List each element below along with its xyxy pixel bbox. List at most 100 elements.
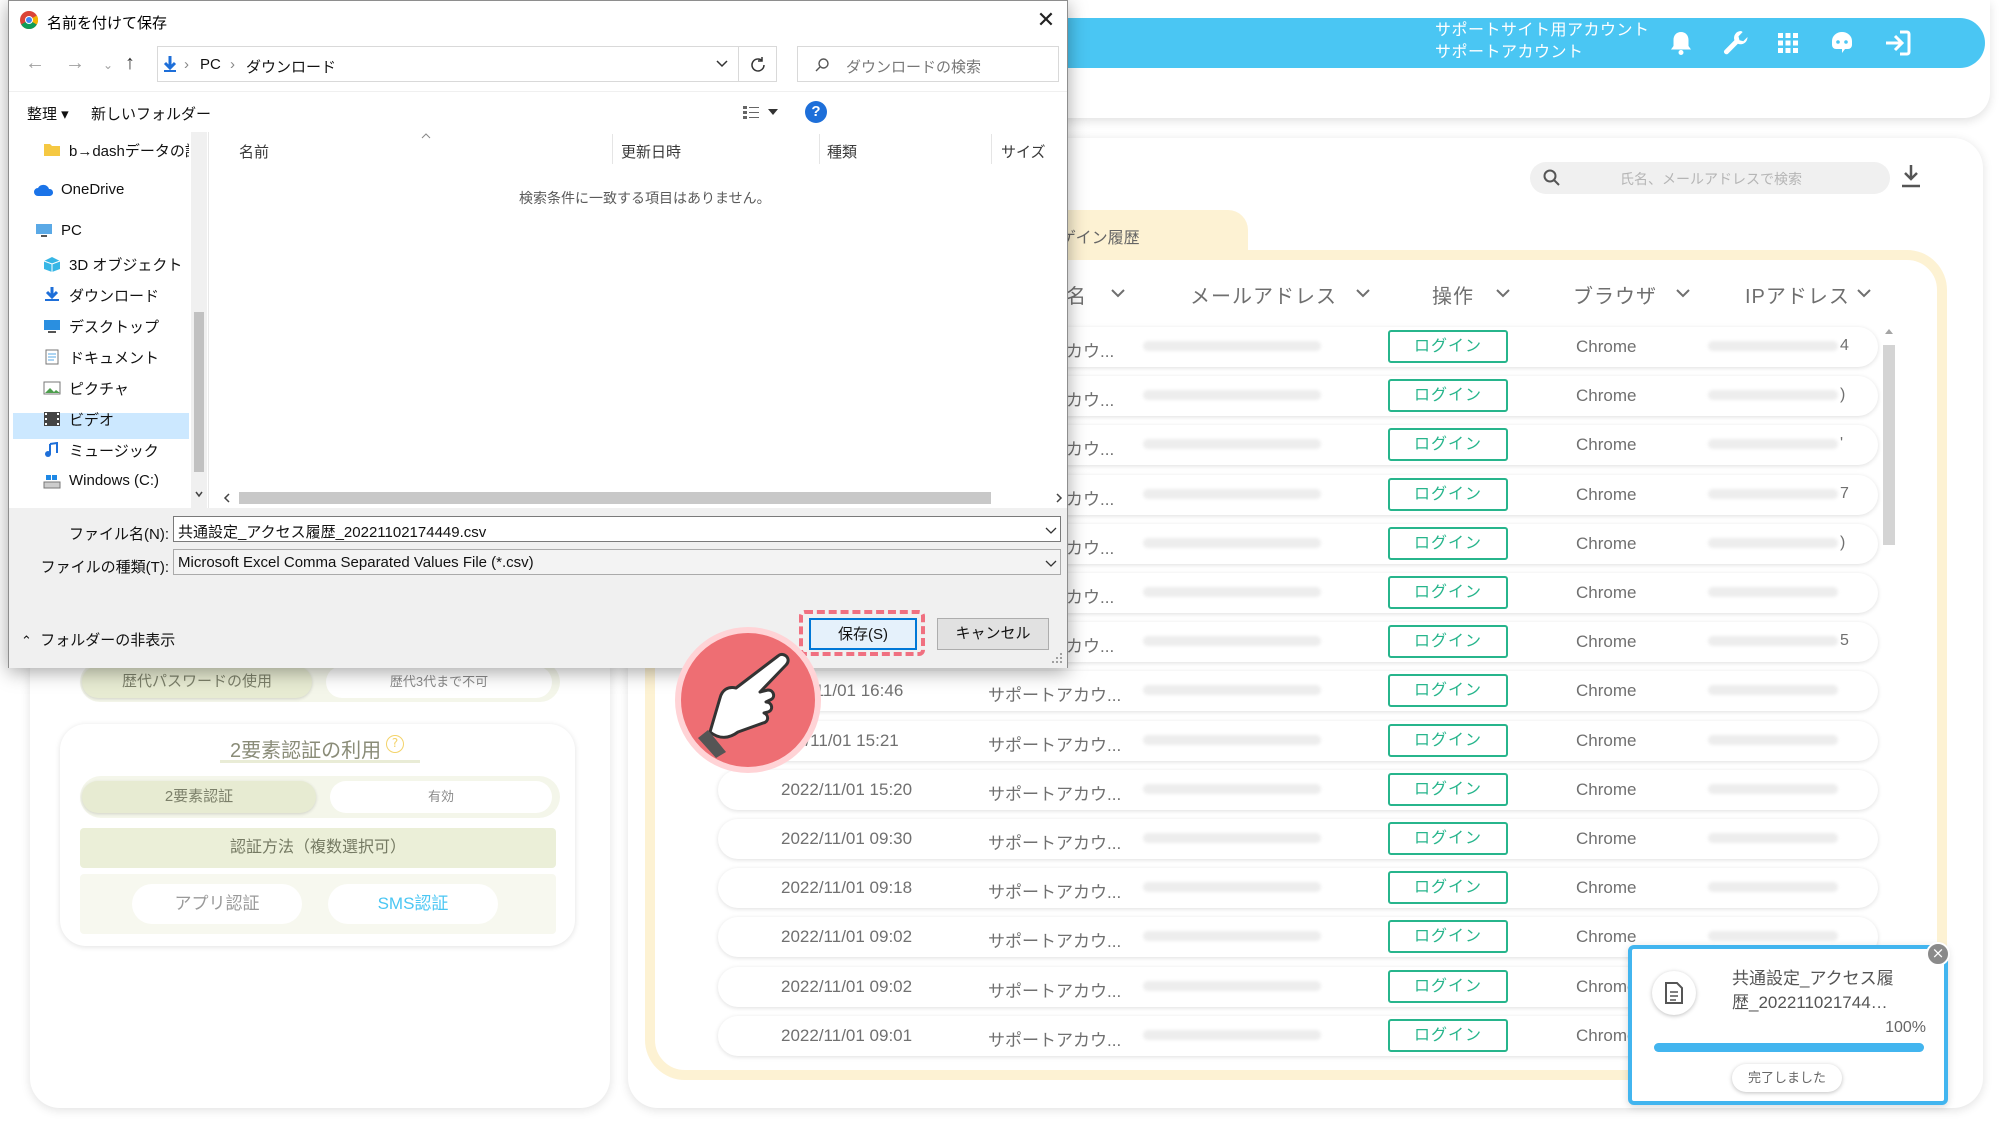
- file-col-modified[interactable]: 更新日時: [621, 141, 681, 162]
- nav-item-downloads[interactable]: ダウンロード: [69, 285, 159, 306]
- forward-arrow-icon[interactable]: →: [65, 52, 85, 75]
- address-bar[interactable]: › PC › ダウンロード: [157, 46, 739, 82]
- chevron-down-icon[interactable]: [1355, 288, 1371, 298]
- log-table-scroll-thumb[interactable]: [1883, 345, 1895, 545]
- member-search[interactable]: 氏名、メールアドレスで検索: [1530, 162, 1890, 194]
- chevron-down-icon[interactable]: [716, 60, 728, 68]
- action-badge: ログイン: [1388, 330, 1508, 363]
- up-arrow-icon[interactable]: ↑: [125, 52, 135, 75]
- dialog-search-input[interactable]: ダウンロードの検索: [797, 46, 1059, 82]
- sms-auth-option[interactable]: SMS認証: [328, 884, 498, 924]
- nav-item-onedrive[interactable]: OneDrive: [61, 181, 124, 198]
- col-header-browser[interactable]: ブラウザ: [1573, 280, 1657, 309]
- chevron-down-icon[interactable]: [1675, 288, 1691, 298]
- support-icon[interactable]: [1826, 27, 1858, 59]
- view-options-icon[interactable]: [742, 104, 764, 120]
- log-user: サポートアカウ...: [988, 834, 1122, 853]
- recent-locations-icon[interactable]: ⌄: [103, 58, 113, 72]
- scroll-right-icon[interactable]: [1055, 493, 1063, 503]
- nav-item-documents[interactable]: ドキュメント: [69, 347, 159, 368]
- twofa-value[interactable]: 有効: [330, 781, 552, 813]
- nav-pane-scrollbar[interactable]: [191, 132, 207, 508]
- download-done-button[interactable]: 完了しました: [1732, 1064, 1842, 1092]
- log-user: サポートアカウ...: [988, 1031, 1122, 1050]
- log-user: サポートアカウ...: [988, 686, 1122, 705]
- table-row[interactable]: 2022/11/01 09:18 サポートアカウ... ログイン Chrome: [718, 868, 1878, 908]
- nav-item-music[interactable]: ミュージック: [69, 440, 159, 461]
- col-header-name[interactable]: 名: [1066, 280, 1087, 309]
- organize-menu[interactable]: 整理 ▾: [27, 103, 69, 124]
- top-bar: サポートサイト用アカウント サポートアカウント: [1060, 18, 1985, 68]
- log-browser: Chrome: [1576, 386, 1637, 405]
- redacted-email: [1143, 833, 1321, 843]
- app-auth-option[interactable]: アプリ認証: [132, 884, 302, 924]
- chevron-down-icon[interactable]: [1045, 560, 1057, 568]
- redacted-ip: [1708, 489, 1838, 499]
- chevron-down-icon[interactable]: [768, 109, 778, 115]
- log-date: 2022/11/01 09:02: [781, 977, 913, 996]
- file-col-size[interactable]: サイズ: [1001, 141, 1046, 162]
- table-row[interactable]: 2022/11/01 15:20 サポートアカウ... ログイン Chrome: [718, 770, 1878, 810]
- refresh-button[interactable]: [739, 46, 777, 82]
- breadcrumb-pc[interactable]: PC: [200, 56, 221, 73]
- nav-item-pc[interactable]: PC: [61, 222, 82, 239]
- download-progress-bar: [1654, 1043, 1924, 1052]
- chevron-down-icon[interactable]: [1110, 288, 1126, 298]
- scroll-down-icon[interactable]: [195, 490, 203, 498]
- back-arrow-icon[interactable]: ←: [25, 52, 45, 75]
- hide-folders-toggle[interactable]: ⌃ フォルダーの非表示: [21, 629, 175, 650]
- action-badge: ログイン: [1388, 576, 1508, 609]
- close-icon[interactable]: ✕: [1031, 5, 1061, 35]
- nav-item-windows-c[interactable]: Windows (C:): [69, 472, 159, 489]
- password-history-value[interactable]: 歴代3代まで不可: [326, 666, 552, 698]
- chevron-down-icon[interactable]: [1856, 288, 1872, 298]
- table-row[interactable]: 2022/11/01 09:30 サポートアカウ... ログイン Chrome: [718, 819, 1878, 859]
- scroll-up-icon[interactable]: [1884, 327, 1894, 335]
- help-icon[interactable]: ?: [805, 101, 827, 123]
- redacted-ip: [1708, 538, 1838, 548]
- col-header-email[interactable]: メールアドレス: [1190, 280, 1337, 309]
- breadcrumb-downloads[interactable]: ダウンロード: [246, 56, 336, 77]
- new-folder-button[interactable]: 新しいフォルダー: [91, 103, 211, 124]
- redacted-ip: [1708, 882, 1838, 892]
- nav-item-pictures[interactable]: ピクチャ: [69, 378, 129, 399]
- resize-grip-icon[interactable]: [1051, 652, 1063, 664]
- account-line-2: サポートアカウント: [1435, 44, 1584, 61]
- nav-pane-scroll-thumb[interactable]: [194, 312, 204, 472]
- log-browser: Chrome: [1576, 829, 1637, 848]
- twofa-row: 2要素認証 有効: [80, 776, 560, 818]
- file-list-hscrollbar[interactable]: [219, 488, 1067, 508]
- cancel-button[interactable]: キャンセル: [937, 618, 1049, 650]
- grid-icon[interactable]: [1772, 27, 1804, 59]
- file-col-name[interactable]: 名前: [239, 141, 269, 162]
- nav-item-desktop[interactable]: デスクトップ: [69, 316, 159, 337]
- nav-item-videos[interactable]: ビデオ: [69, 409, 114, 430]
- filename-input[interactable]: 共通設定_アクセス履歴_20221102174449.csv: [173, 516, 1061, 542]
- col-header-ip[interactable]: IPアドレス: [1745, 280, 1850, 309]
- close-icon[interactable]: ×: [1926, 942, 1950, 966]
- action-badge: ログイン: [1388, 920, 1508, 953]
- help-icon[interactable]: ?: [386, 735, 404, 753]
- log-date: 2022/11/01 09:30: [781, 829, 913, 848]
- table-row[interactable]: /11/01 16:46 サポートアカウ... ログイン Chrome: [718, 671, 1878, 711]
- nav-item-3d-objects[interactable]: 3D オブジェクト: [69, 254, 182, 275]
- account-info[interactable]: サポートサイト用アカウント サポートアカウント: [1435, 20, 1650, 64]
- chevron-up-icon: ⌃: [21, 633, 32, 648]
- redacted-ip: [1708, 439, 1838, 449]
- col-header-action[interactable]: 操作: [1432, 280, 1474, 309]
- download-icon[interactable]: [1898, 162, 1924, 190]
- logout-icon[interactable]: [1882, 27, 1914, 59]
- chevron-down-icon[interactable]: [1045, 527, 1057, 535]
- wrench-icon[interactable]: [1720, 27, 1752, 59]
- file-icon-wrap: [1652, 971, 1696, 1015]
- bell-icon[interactable]: [1665, 27, 1697, 59]
- download-filename[interactable]: 共通設定_アクセス履 歴_202211021744…: [1732, 967, 1932, 1015]
- filetype-select[interactable]: Microsoft Excel Comma Separated Values F…: [173, 549, 1061, 575]
- table-row[interactable]: 2/11/01 15:21 サポートアカウ... ログイン Chrome: [718, 721, 1878, 761]
- chevron-down-icon[interactable]: [1495, 288, 1511, 298]
- scroll-left-icon[interactable]: [223, 493, 231, 503]
- nav-item-bdash-folder[interactable]: b→dashデータの詳: [69, 140, 189, 161]
- file-col-type[interactable]: 種類: [827, 141, 857, 162]
- file-list-scroll-thumb[interactable]: [239, 492, 991, 504]
- log-table-scrollbar[interactable]: [1882, 325, 1896, 1050]
